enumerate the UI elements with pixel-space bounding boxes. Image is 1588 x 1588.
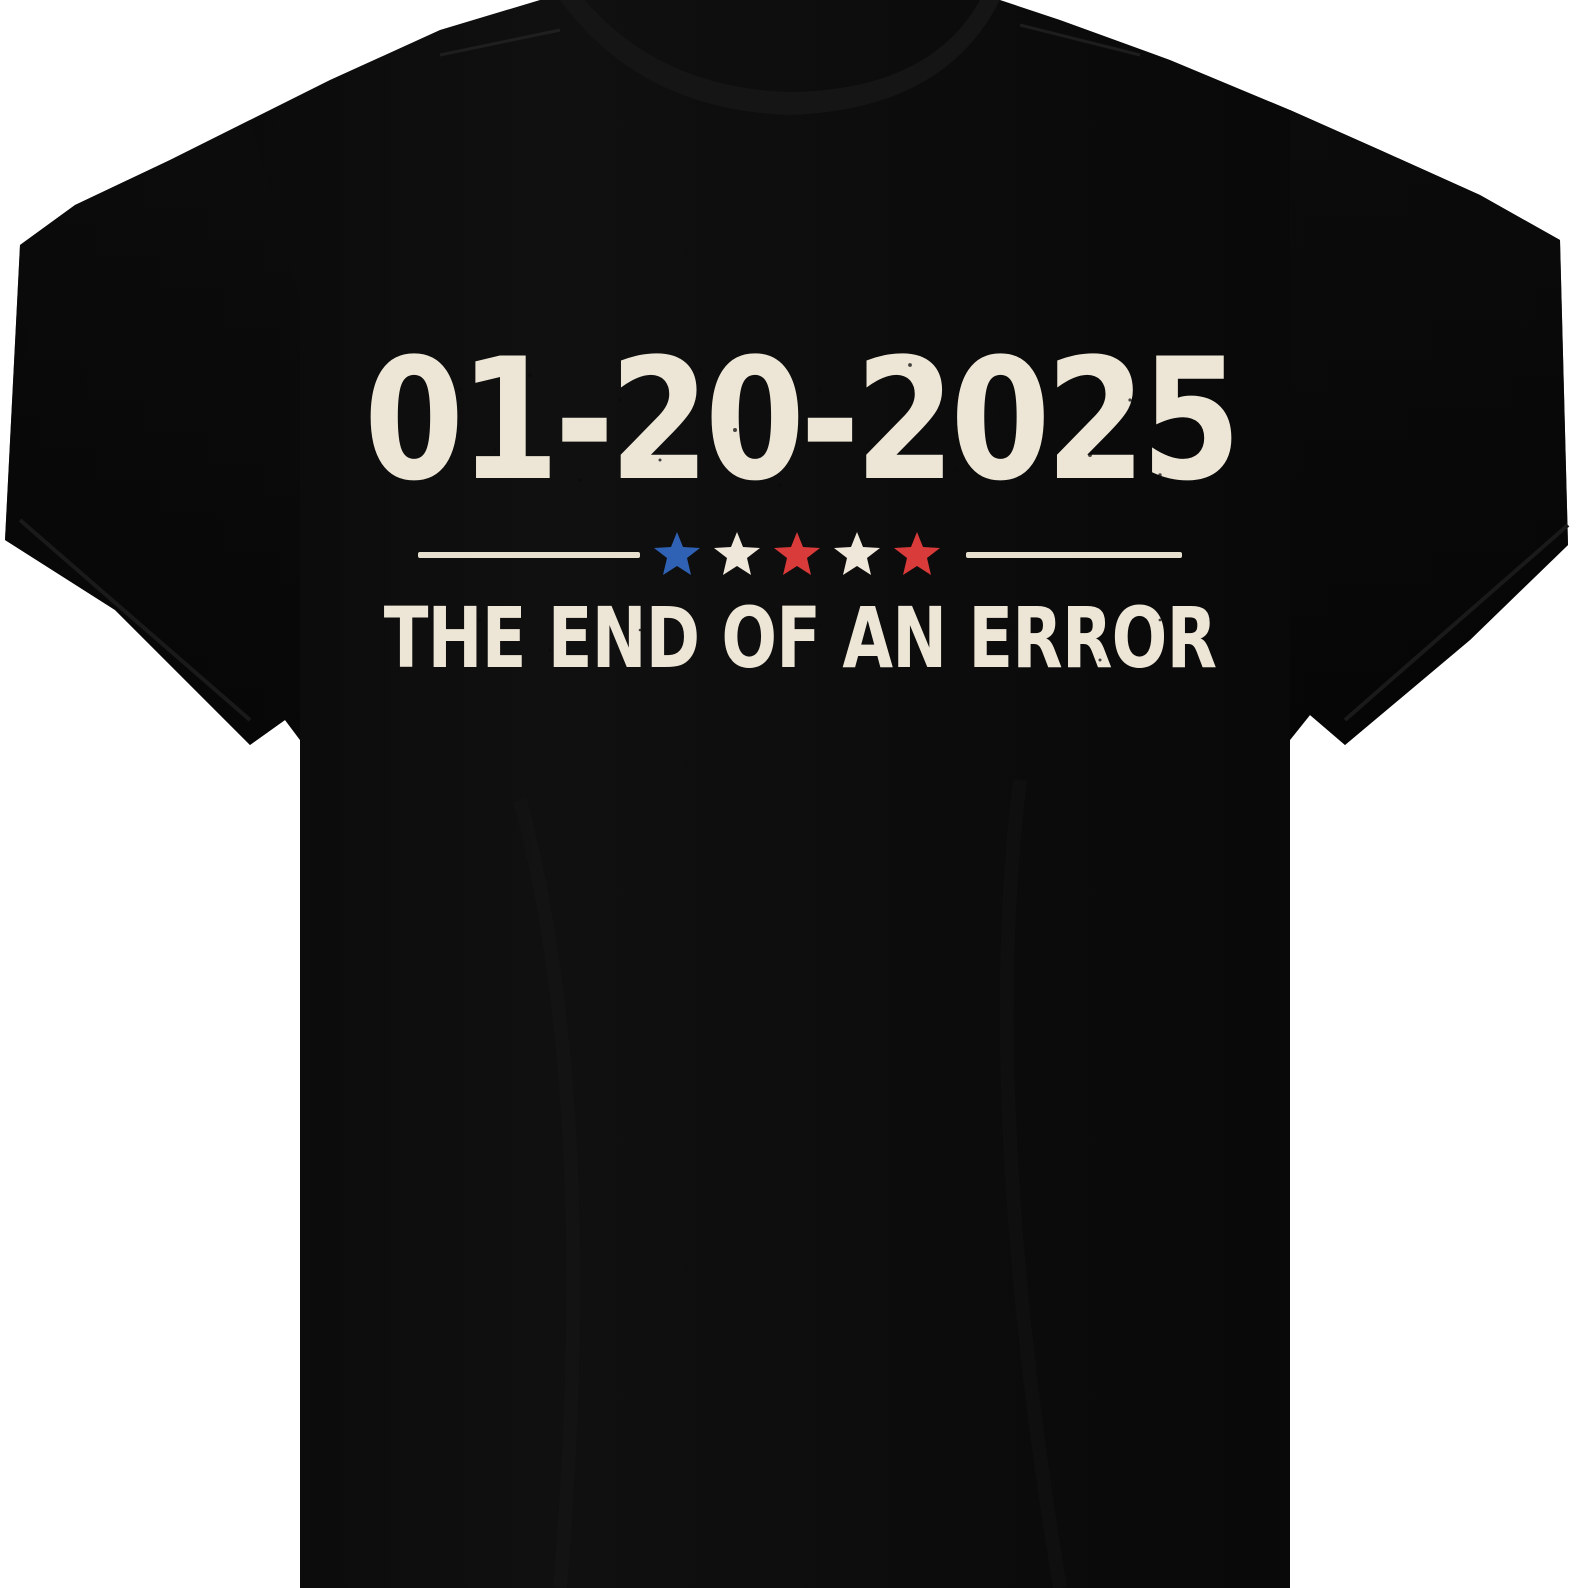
divider: [400, 530, 1200, 580]
slogan-text: THE END OF AN ERROR: [383, 589, 1217, 687]
star-icon-5: [894, 532, 940, 575]
star-icon-3: [774, 532, 820, 575]
star-icon-2: [714, 532, 760, 575]
star-icon-1: [654, 532, 700, 575]
star-icon-4: [834, 532, 880, 575]
divider-rule-left: [418, 552, 640, 558]
divider-rule-right: [966, 552, 1182, 558]
left-sleeve: [5, 120, 300, 745]
date-text: 01-20-2025: [363, 322, 1242, 518]
shirt-graphic: 01-20-2025 THE END OF AN ERROR: [363, 322, 1242, 690]
t-shirt: [5, 0, 1570, 1588]
stars-row: [654, 532, 940, 575]
product-image: 01-20-2025 THE END OF AN ERROR: [0, 0, 1588, 1588]
right-sleeve: [1290, 110, 1568, 745]
